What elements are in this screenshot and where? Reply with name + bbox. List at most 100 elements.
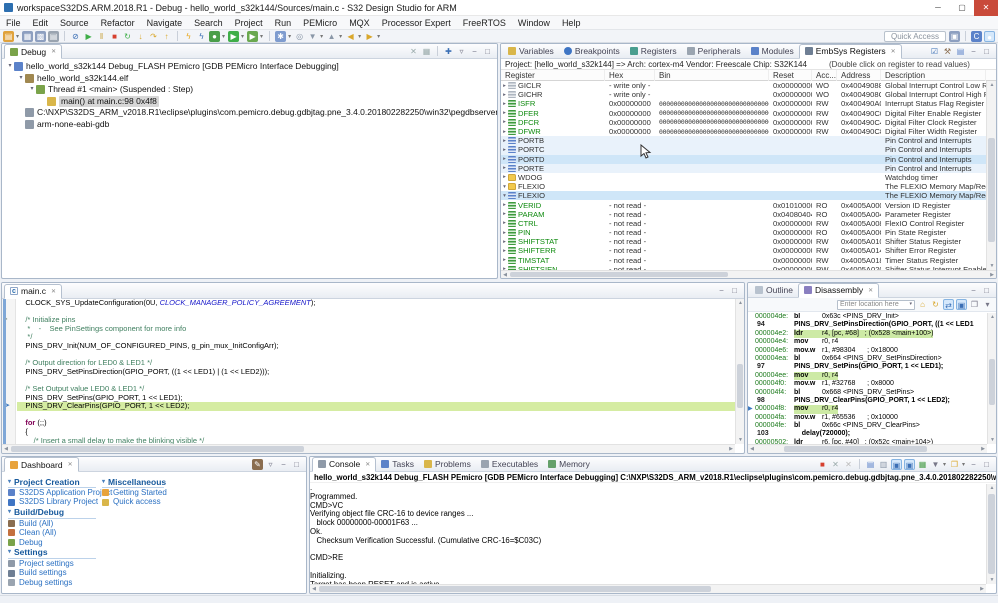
display-selected-console-dropdown-icon[interactable]: ▾: [943, 461, 946, 468]
dashboard-link-clean-all[interactable]: Clean (All): [8, 528, 112, 537]
tree-expander-icon[interactable]: ▸: [501, 257, 508, 263]
new-element-icon[interactable]: ✱: [275, 30, 287, 42]
dashboard-link-build-settings[interactable]: Build settings: [8, 568, 112, 577]
maximize-view-icon[interactable]: □: [981, 46, 992, 57]
collapse-icon[interactable]: ▾: [102, 477, 105, 488]
column-header-reset[interactable]: Reset: [769, 70, 812, 81]
dashboard-link-project-settings[interactable]: Project settings: [8, 559, 112, 568]
tree-expander-icon[interactable]: ▸: [501, 202, 508, 208]
menu-help[interactable]: Help: [556, 16, 587, 30]
tree-expander-icon[interactable]: ▾: [501, 184, 508, 190]
sync-with-active-context-icon[interactable]: ⇄: [943, 299, 954, 310]
tree-expander-icon[interactable]: ▸: [501, 101, 508, 107]
home-icon[interactable]: ⌂: [917, 299, 928, 310]
quick-access-box[interactable]: Quick Access: [883, 30, 946, 42]
tree-expander-icon[interactable]: ▸: [501, 220, 508, 226]
new-wizard-icon[interactable]: ▤: [3, 30, 14, 42]
previous-annotation-dropdown-icon[interactable]: ▾: [339, 33, 342, 40]
open-new-view-icon[interactable]: ❐: [969, 299, 980, 310]
column-header-hex[interactable]: Hex: [605, 70, 655, 81]
debug-tree-item[interactable]: ▾ hello_world_s32k144 Debug_FLASH PEmicro…: [2, 61, 497, 73]
register-row[interactable]: ▾ FLEXIO The FLEXIO Memory Map/Register De…: [501, 191, 986, 201]
scroll-right-icon[interactable]: ▶: [988, 271, 996, 278]
tree-expander-icon[interactable]: ▸: [501, 119, 508, 125]
column-header-description[interactable]: Description: [881, 70, 986, 81]
debug-tree-item[interactable]: C:\NXP\S32DS_ARM_v2018.R1\eclipse\plugin…: [2, 107, 497, 119]
scroll-up-icon[interactable]: ▲: [987, 81, 996, 89]
menu-edit[interactable]: Edit: [27, 16, 55, 30]
menu-run[interactable]: Run: [269, 16, 298, 30]
tree-expander-icon[interactable]: ▸: [501, 156, 508, 162]
tree-expander-icon[interactable]: ▾: [6, 61, 14, 73]
debug-dropdown-icon[interactable]: ▾: [222, 33, 225, 40]
tab-tasks[interactable]: Tasks: [376, 457, 419, 472]
scroll-right-icon[interactable]: ▶: [978, 585, 986, 593]
register-row[interactable]: ▸ DFWR 0x00000000 0000000000000000000000000…: [501, 127, 986, 136]
disassembly-line[interactable]: 94 PINS_DRV_SetPinsDirection(GPIO_PORT, (…: [748, 321, 987, 329]
previous-annotation-icon[interactable]: ▲: [326, 31, 337, 42]
disassembly-horizontal-scrollbar[interactable]: ◀ ▶: [748, 444, 987, 453]
open-console-dropdown-icon[interactable]: ▾: [962, 461, 965, 468]
tree-expander-icon[interactable]: ▸: [501, 239, 508, 245]
disassembly-line[interactable]: 000004e6: mov.w r1, #98304 ; 0x18000: [748, 347, 987, 355]
forward-dropdown-icon[interactable]: ▾: [377, 33, 380, 40]
tree-expander-icon[interactable]: ▾: [28, 84, 36, 96]
tab-embsys-registers[interactable]: EmbSys Registers ✕: [798, 44, 902, 59]
column-header-bin[interactable]: Bin: [655, 70, 769, 81]
maximize-editor-icon[interactable]: □: [729, 285, 740, 296]
minimize-view-icon[interactable]: −: [278, 459, 289, 470]
column-header-register[interactable]: Register: [501, 70, 605, 81]
suspend-icon[interactable]: ‖: [96, 31, 107, 42]
disassembly-line[interactable]: 000004f8: mov r0, r4: [748, 405, 987, 414]
tab-memory[interactable]: Memory: [543, 457, 595, 472]
minimize-view-icon[interactable]: −: [968, 285, 979, 296]
close-tab-icon[interactable]: ✕: [365, 461, 370, 468]
tree-expander-icon[interactable]: ▸: [501, 138, 508, 144]
dashboard-link-s32ds-application-project[interactable]: S32DS Application Project: [8, 488, 112, 497]
minimize-view-icon[interactable]: −: [469, 46, 480, 57]
show-console-on-stdout-icon[interactable]: ▣: [890, 458, 902, 470]
debug-tree-item[interactable]: ▾ hello_world_s32k144.elf: [2, 73, 497, 85]
minimize-view-icon[interactable]: −: [968, 46, 979, 57]
tab-problems[interactable]: Problems: [419, 457, 476, 472]
menu-window[interactable]: Window: [512, 16, 556, 30]
code-line[interactable]: PINS_DRV_ClearPins(GPIO_PORT, 1 << LED2)…: [17, 401, 735, 411]
external-tools-icon[interactable]: ▶: [247, 30, 259, 42]
console-output[interactable]: . Programmed. CMD>VC Verifying object file …: [310, 484, 986, 584]
menu-file[interactable]: File: [0, 16, 27, 30]
dashboard-link-debug-settings[interactable]: Debug settings: [8, 578, 112, 587]
tree-expander-icon[interactable]: ▸: [501, 248, 508, 254]
search-icon[interactable]: ◎: [294, 31, 305, 42]
tree-expander-icon[interactable]: ▸: [501, 83, 508, 89]
register-row[interactable]: ▸ PORTD Pin Control and Interrupts: [501, 154, 986, 164]
register-row[interactable]: ▸ DFCR 0x00000000 0000000000000000000000000…: [501, 118, 986, 127]
minimize-view-icon[interactable]: −: [968, 459, 979, 470]
new-wizard-dropdown-icon[interactable]: ▾: [16, 33, 19, 40]
refresh-view-icon[interactable]: ↻: [930, 299, 941, 310]
column-header-address[interactable]: Address: [837, 70, 881, 81]
next-annotation-dropdown-icon[interactable]: ▾: [320, 33, 323, 40]
collapse-icon[interactable]: ▾: [8, 547, 11, 558]
disassembly-line[interactable]: 000004fe: bl 0x66c <PINS_DRV_ClearPins>: [748, 422, 987, 430]
scroll-down-icon[interactable]: ▼: [736, 436, 744, 444]
tab-modules[interactable]: Modules: [746, 44, 799, 59]
register-row[interactable]: ▸ SHIFTERR - not read - 0x00000000 RW 0x4005A…: [501, 246, 986, 255]
print-icon[interactable]: ▤: [48, 30, 60, 42]
tree-expander-icon[interactable]: ▸: [501, 129, 508, 135]
back-icon[interactable]: ◀: [345, 31, 356, 42]
scroll-right-icon[interactable]: ▶: [979, 445, 987, 453]
menu-mqx[interactable]: MQX: [343, 16, 376, 30]
dashboard-link-build-all[interactable]: Build (All): [8, 519, 112, 528]
register-row[interactable]: ▸ PIN - not read - 0x00000000 RO 0x4005A00C Pi…: [501, 228, 986, 237]
maximize-view-icon[interactable]: □: [291, 459, 302, 470]
menu-source[interactable]: Source: [54, 16, 95, 30]
step-into-icon[interactable]: ↓: [135, 31, 146, 42]
register-row[interactable]: ▸ GICHR - write only - 0x00000000 WO 0x400490…: [501, 90, 986, 99]
terminate-icon[interactable]: ■: [109, 31, 120, 42]
maximize-view-icon[interactable]: □: [981, 285, 992, 296]
register-table-header[interactable]: Register Hex Bin Reset Acc... Address Descript…: [501, 70, 996, 81]
close-tab-icon[interactable]: ✕: [891, 48, 896, 55]
code-line[interactable]: /* Insert a small delay to make the blin…: [17, 436, 735, 444]
skip-all-breakpoints-icon[interactable]: ⊘: [70, 31, 81, 42]
scroll-up-icon[interactable]: ▲: [987, 484, 996, 492]
